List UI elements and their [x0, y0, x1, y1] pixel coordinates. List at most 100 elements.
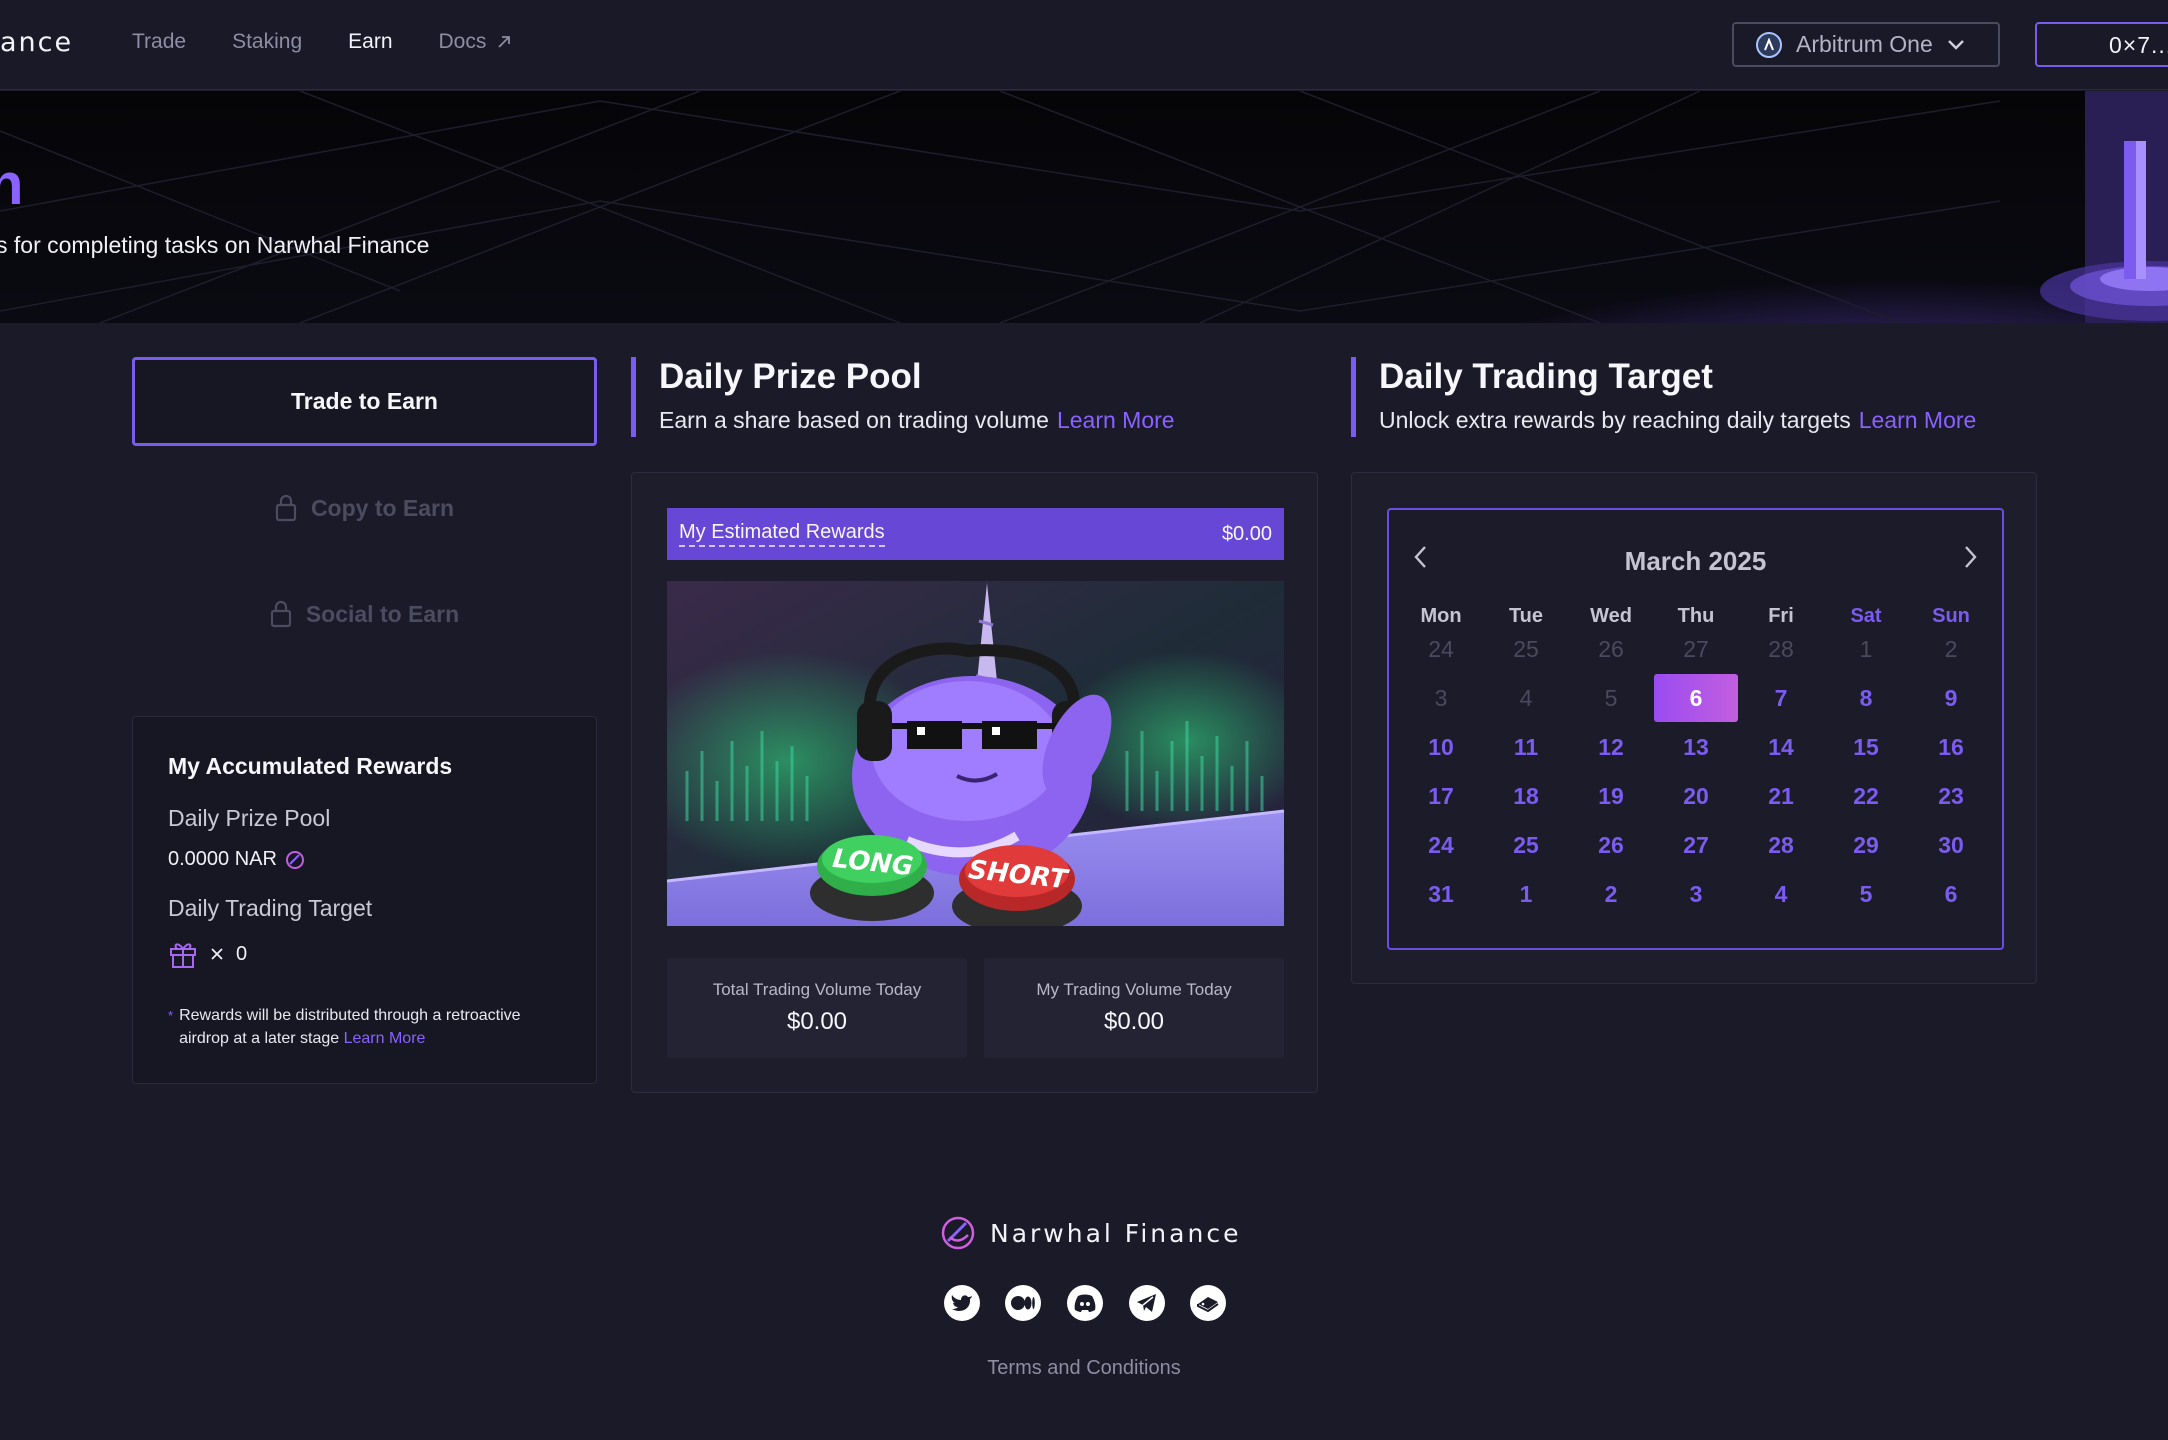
calendar-day[interactable]: 22 [1824, 772, 1908, 820]
calendar-day[interactable]: 27 [1654, 821, 1738, 869]
rewards-note: * Rewards will be distributed through a … [168, 1004, 568, 1050]
calendar-day[interactable]: 2 [1909, 625, 1993, 673]
network-selector[interactable]: Arbitrum One [1732, 22, 2000, 67]
calendar-day[interactable]: 3 [1399, 674, 1483, 722]
calendar-day[interactable]: 8 [1824, 674, 1908, 722]
calendar-day[interactable]: 14 [1739, 723, 1823, 771]
nav-links: Trade Staking Earn Docs [132, 30, 512, 54]
calendar-day[interactable]: 9 [1909, 674, 1993, 722]
narwhal-logo-icon [941, 1216, 975, 1250]
total-volume-label: Total Trading Volume Today [712, 980, 922, 999]
estimated-rewards-value: $0.00 [1221, 522, 1272, 545]
trading-target-value: 0 [168, 939, 247, 969]
calendar-day[interactable]: 3 [1654, 870, 1738, 918]
lock-icon [270, 600, 291, 628]
calendar-day[interactable]: 26 [1569, 625, 1653, 673]
footer-brand[interactable]: Narwhal Finance [940, 1215, 1241, 1251]
hero-subtitle: s for completing tasks on Narwhal Financ… [0, 232, 430, 258]
top-navigation: ance Trade Staking Earn Docs Arbitrum On… [0, 0, 2168, 90]
wallet-address-button[interactable]: 0×7... [2035, 22, 2168, 67]
lock-icon [275, 494, 297, 522]
calendar-day[interactable]: 21 [1739, 772, 1823, 820]
trading-target-subtitle-text: Unlock extra rewards by reaching daily t… [1379, 407, 1851, 433]
nav-link-trade[interactable]: Trade [132, 30, 186, 54]
rewards-learn-more-link[interactable]: Learn More [344, 1030, 426, 1047]
hero-title: n [0, 152, 25, 217]
calendar-day[interactable]: 15 [1824, 723, 1908, 771]
target-count: 0 [236, 942, 248, 965]
calendar-day[interactable]: 28 [1739, 625, 1823, 673]
footer-brand-name: Narwhal Finance [990, 1218, 1242, 1248]
calendar-day[interactable]: 4 [1484, 674, 1568, 722]
estimated-rewards-label[interactable]: My Estimated Rewards [679, 521, 885, 547]
prize-pool-accent-bar [631, 357, 636, 437]
chevron-down-icon [1947, 39, 1964, 50]
tab-social-label: Social to Earn [305, 600, 460, 627]
calendar-day[interactable]: 29 [1824, 821, 1908, 869]
calendar-day[interactable]: 26 [1569, 821, 1653, 869]
calendar-day[interactable]: 4 [1739, 870, 1823, 918]
calendar-day[interactable]: 20 [1654, 772, 1738, 820]
telegram-icon[interactable] [1129, 1285, 1165, 1321]
calendar-day[interactable]: 2 [1569, 870, 1653, 918]
calendar-day[interactable]: 23 [1909, 772, 1993, 820]
calendar-day[interactable]: 24 [1399, 625, 1483, 673]
calendar-day[interactable]: 16 [1909, 723, 1993, 771]
calendar-month-title: March 2025 [1624, 546, 1767, 576]
narwhal-mascot-illustration: LONG SHORT [667, 581, 1284, 926]
tab-copy-to-earn[interactable]: Copy to Earn [132, 478, 597, 538]
my-volume-label: My Trading Volume Today [1036, 980, 1232, 999]
calendar-day[interactable]: 25 [1484, 625, 1568, 673]
calendar-day[interactable]: 30 [1909, 821, 1993, 869]
tab-trade-to-earn[interactable]: Trade to Earn [132, 357, 597, 446]
estimated-rewards-bar: My Estimated Rewards $0.00 [667, 508, 1284, 560]
medium-icon[interactable] [1005, 1285, 1041, 1321]
trading-target-label: Daily Trading Target [168, 895, 373, 921]
calendar-day[interactable]: 1 [1824, 625, 1908, 673]
trading-target-learn-more-link[interactable]: Learn More [1859, 407, 1977, 433]
total-volume-value: $0.00 [786, 1008, 848, 1035]
gitbook-icon[interactable] [1190, 1285, 1226, 1321]
twitter-icon[interactable] [944, 1285, 980, 1321]
calendar-day[interactable]: 7 [1739, 674, 1823, 722]
calendar-day[interactable]: 18 [1484, 772, 1568, 820]
brand-name[interactable]: ance [0, 27, 73, 58]
my-volume-value: $0.00 [1103, 1008, 1165, 1035]
prize-pool-label: Daily Prize Pool [168, 805, 331, 831]
calendar-day[interactable]: 12 [1569, 723, 1653, 771]
calendar-day[interactable]: 11 [1484, 723, 1568, 771]
calendar-day[interactable]: 5 [1569, 674, 1653, 722]
calendar-day[interactable]: 31 [1399, 870, 1483, 918]
calendar-day[interactable]: 27 [1654, 625, 1738, 673]
discord-icon[interactable] [1067, 1285, 1103, 1321]
nar-token-icon [285, 850, 304, 869]
hero-banner: n s for completing tasks on Narwhal Fina… [0, 91, 2168, 323]
calendar: March 2025 Mon Tue Wed Thu Fri Sat Sun 24 25 26 2… [1387, 508, 2004, 950]
nav-link-earn[interactable]: Earn [348, 30, 392, 54]
prize-pool-subtitle-text: Earn a share based on trading volume [659, 407, 1049, 433]
tab-social-to-earn[interactable]: Social to Earn [132, 584, 597, 644]
calendar-day[interactable]: 1 [1484, 870, 1568, 918]
calendar-day[interactable]: 19 [1569, 772, 1653, 820]
network-name: Arbitrum One [1796, 31, 1933, 57]
calendar-day[interactable]: 25 [1484, 821, 1568, 869]
nav-link-staking[interactable]: Staking [232, 30, 302, 54]
calendar-day[interactable]: 24 [1399, 821, 1483, 869]
calendar-day[interactable]: 28 [1739, 821, 1823, 869]
calendar-day[interactable]: 6 [1909, 870, 1993, 918]
nav-link-docs[interactable]: Docs [439, 30, 513, 54]
nar-amount: 0.0000 NAR [168, 848, 277, 870]
chevron-right-icon[interactable] [1960, 544, 1980, 570]
terms-and-conditions-link[interactable]: Terms and Conditions [0, 1357, 2168, 1380]
prize-pool-learn-more-link[interactable]: Learn More [1057, 407, 1175, 433]
multiply-icon [211, 948, 223, 960]
calendar-day-today[interactable]: 6 [1654, 674, 1738, 722]
calendar-day[interactable]: 13 [1654, 723, 1738, 771]
calendar-day[interactable]: 17 [1399, 772, 1483, 820]
my-volume-box: My Trading Volume Today $0.00 [984, 958, 1284, 1058]
external-link-icon [498, 36, 511, 48]
accumulated-rewards-card: My Accumulated Rewards Daily Prize Pool … [132, 716, 597, 1084]
calendar-day[interactable]: 5 [1824, 870, 1908, 918]
rewards-note-text: Rewards will be distributed through a re… [179, 1004, 568, 1050]
calendar-day[interactable]: 10 [1399, 723, 1483, 771]
